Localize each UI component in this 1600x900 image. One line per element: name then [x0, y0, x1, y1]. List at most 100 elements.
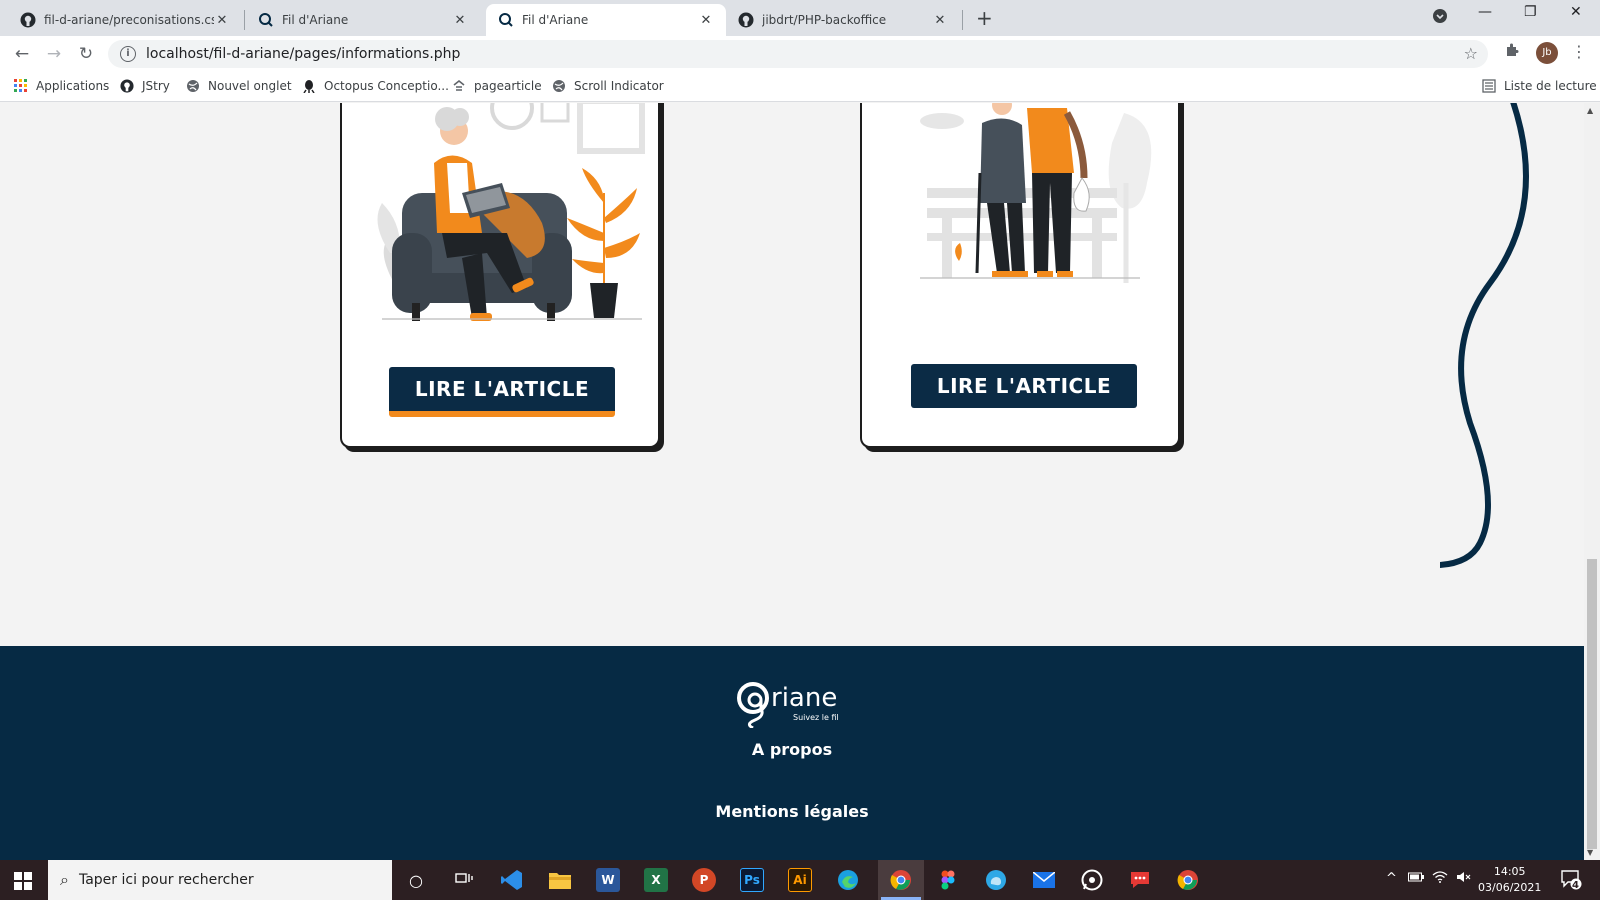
ariane-logo[interactable]: riane Suivez le fil [735, 676, 845, 728]
browser-toolbar: ← → ↻ i localhost/fil-d-ariane/pages/inf… [0, 36, 1600, 72]
github-icon [738, 12, 754, 28]
tab-fil-ariane-1[interactable]: Fil d'Ariane ✕ [246, 4, 480, 36]
logo-tagline: Suivez le fil [793, 713, 839, 722]
scroll-up-arrow-icon[interactable]: ▲ [1587, 106, 1593, 115]
tab-search-icon[interactable] [1432, 8, 1448, 28]
photoshop-icon[interactable]: Ps [740, 868, 764, 892]
tab-github-backoffice[interactable]: jibdrt/PHP-backoffice ✕ [726, 4, 960, 36]
close-tab-icon[interactable]: ✕ [214, 13, 230, 28]
close-tab-icon[interactable]: ✕ [452, 13, 468, 28]
tab-divider [962, 10, 963, 30]
globe-icon [552, 79, 566, 93]
windows-taskbar: ⌕ Taper ici pour rechercher ○ W X P Ps A… [0, 860, 1600, 900]
battery-icon[interactable] [1408, 871, 1424, 887]
tray-chevron-icon[interactable]: ^ [1386, 871, 1397, 886]
article-card: LIRE L'ARTICLE [340, 103, 660, 448]
edge-icon[interactable] [836, 868, 860, 892]
read-article-button[interactable]: LIRE L'ARTICLE [389, 367, 615, 417]
chrome-icon[interactable] [1176, 868, 1200, 892]
figma-icon[interactable] [936, 868, 960, 892]
bookmarks-bar: Applications JStry Nouvel onglet Octopus… [0, 72, 1600, 102]
github-icon [120, 79, 134, 93]
mail-icon[interactable] [1032, 868, 1056, 892]
bookmark-star-icon[interactable]: ☆ [1464, 44, 1478, 63]
bookmark-octopus[interactable]: Octopus Conceptio... [302, 79, 449, 93]
clock-time: 14:05 [1493, 865, 1526, 878]
browser-menu-icon[interactable]: ⋮ [1571, 42, 1587, 61]
restore-window-icon[interactable]: ❐ [1524, 4, 1537, 20]
browser-tab-strip: fil-d-ariane/preconisations.css at ✕ Fil… [0, 0, 1600, 36]
footer-link-about[interactable]: A propos [0, 740, 1584, 759]
tab-title: jibdrt/PHP-backoffice [762, 13, 887, 27]
minimize-window-icon[interactable]: — [1478, 4, 1492, 20]
bookmark-nouvel-onglet[interactable]: Nouvel onglet [186, 79, 292, 93]
close-tab-icon[interactable]: ✕ [932, 13, 948, 28]
bookmark-label: Scroll Indicator [574, 79, 664, 93]
footer-link-legal[interactable]: Mentions légales [0, 802, 1584, 821]
bookmark-scroll-indicator[interactable]: Scroll Indicator [552, 79, 664, 93]
page-scrollbar[interactable]: ▲ ▼ [1584, 103, 1600, 860]
search-icon: ⌕ [60, 870, 69, 889]
tab-title: fil-d-ariane/preconisations.css at [44, 13, 214, 27]
tab-title: Fil d'Ariane [522, 13, 589, 27]
reading-list-label: Liste de lecture [1504, 79, 1597, 93]
close-window-icon[interactable]: ✕ [1570, 4, 1582, 20]
bookmark-jstry[interactable]: JStry [120, 79, 170, 93]
bookmark-label: JStry [142, 79, 170, 93]
bookmark-label: Nouvel onglet [208, 79, 292, 93]
reload-icon[interactable]: ↻ [74, 42, 98, 66]
bookmark-label: pagearticle [474, 79, 542, 93]
extensions-puzzle-icon[interactable] [1504, 42, 1520, 62]
task-view-icon[interactable] [452, 868, 476, 892]
volume-muted-icon[interactable] [1456, 871, 1472, 887]
tab-divider [244, 10, 245, 30]
logo-wordmark: riane [771, 683, 837, 713]
new-tab-plus-icon[interactable]: + [976, 6, 993, 30]
article-card: LIRE L'ARTICLE [860, 103, 1180, 448]
reading-list-button[interactable]: Liste de lecture [1482, 79, 1597, 93]
file-explorer-icon[interactable] [548, 868, 572, 892]
word-icon[interactable]: W [596, 868, 620, 892]
powerpoint-icon[interactable]: P [692, 868, 716, 892]
woman-reading-illustration [377, 103, 645, 321]
apps-grid-icon [14, 79, 28, 93]
bookmark-label: Octopus Conceptio... [324, 79, 449, 93]
scrollbar-thumb[interactable] [1587, 559, 1597, 849]
excel-icon[interactable]: X [644, 868, 668, 892]
tab-fil-ariane-active[interactable]: Fil d'Ariane ✕ [486, 4, 726, 36]
bookmark-label: Applications [36, 79, 110, 93]
back-arrow-icon[interactable]: ← [10, 42, 34, 66]
tab-title: Fil d'Ariane [282, 13, 349, 27]
vscode-icon[interactable] [500, 868, 524, 892]
chat-icon[interactable] [1128, 868, 1152, 892]
address-bar[interactable]: i localhost/fil-d-ariane/pages/informati… [108, 40, 1488, 68]
system-clock[interactable]: 14:05 03/06/2021 [1478, 864, 1541, 896]
search-placeholder: Taper ici pour rechercher [78, 872, 254, 888]
thread-squiggle-decoration [1440, 103, 1529, 568]
tab-github-preconisations[interactable]: fil-d-ariane/preconisations.css at ✕ [8, 4, 242, 36]
octopus-icon [302, 79, 316, 93]
url-text[interactable]: localhost/fil-d-ariane/pages/information… [146, 46, 460, 62]
scroll-down-arrow-icon[interactable]: ▼ [1587, 848, 1593, 857]
forward-arrow-icon[interactable]: → [42, 42, 66, 66]
whatsapp-icon[interactable] [1080, 868, 1104, 892]
profile-avatar[interactable]: Jb [1536, 42, 1558, 64]
page-viewport: LIRE L'ARTICLE LIRE L'ARTICLE riane Suiv… [0, 103, 1584, 860]
bookmark-applications[interactable]: Applications [14, 79, 109, 93]
ariane-icon [498, 12, 514, 28]
cortana-icon[interactable]: ○ [404, 868, 428, 892]
chrome-icon[interactable] [889, 868, 913, 892]
clock-date: 03/06/2021 [1478, 881, 1542, 894]
site-info-icon[interactable]: i [120, 46, 136, 62]
globe-icon [186, 79, 200, 93]
windows-start-icon[interactable] [14, 872, 32, 890]
read-article-button[interactable]: LIRE L'ARTICLE [911, 364, 1137, 408]
close-tab-icon[interactable]: ✕ [698, 13, 714, 28]
illustrator-icon[interactable]: Ai [788, 868, 812, 892]
taskbar-search-box[interactable]: ⌕ Taper ici pour rechercher [48, 860, 392, 900]
bookmark-pagearticle[interactable]: pagearticle [452, 79, 542, 93]
wifi-icon[interactable] [1432, 871, 1448, 887]
cloud-app-icon[interactable] [984, 868, 1008, 892]
reading-list-icon [1482, 79, 1496, 93]
ariane-icon [258, 12, 274, 28]
